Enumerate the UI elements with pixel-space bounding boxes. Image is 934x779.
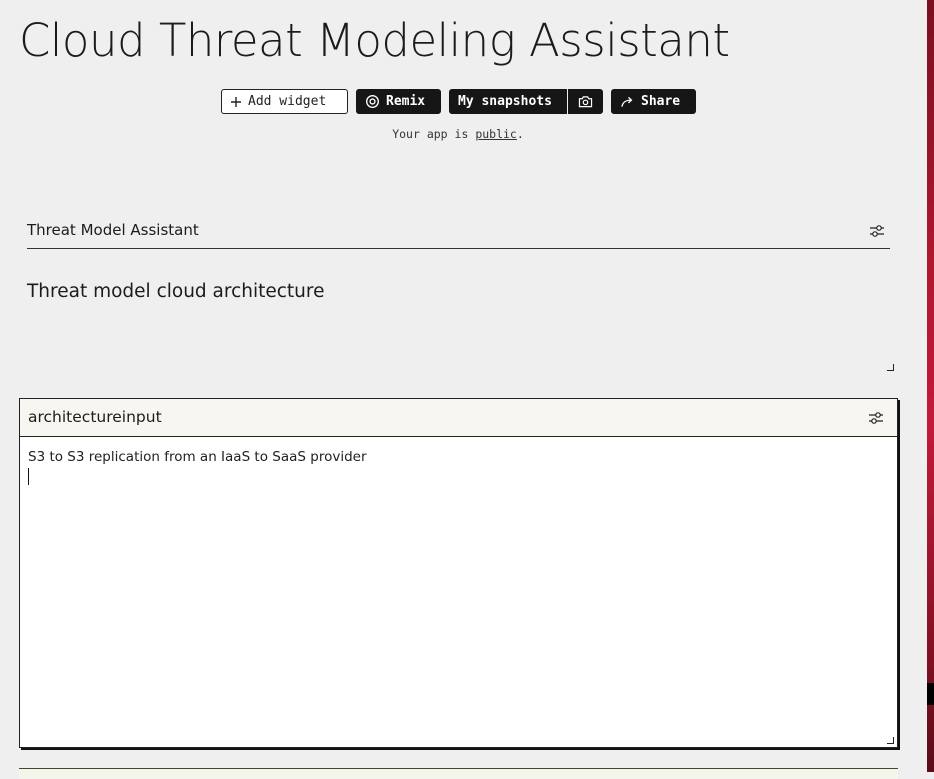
widget-body-text: Threat model cloud architecture — [27, 281, 325, 302]
remix-icon — [365, 94, 380, 109]
page-title: Cloud Threat Modeling Assistant — [19, 14, 730, 67]
widget-title: architectureinput — [28, 408, 162, 426]
camera-icon — [578, 95, 593, 108]
visibility-status-link[interactable]: public — [475, 127, 517, 141]
remix-button[interactable]: Remix — [356, 89, 441, 114]
remix-label: Remix — [386, 94, 426, 109]
visibility-prefix: Your app is — [392, 127, 469, 141]
share-button[interactable]: Share — [611, 89, 696, 114]
share-arrow-icon — [620, 96, 635, 108]
visibility-suffix: . — [516, 127, 524, 141]
plus-icon — [230, 96, 242, 108]
take-snapshot-button[interactable] — [568, 89, 603, 114]
architecture-input-header: architectureinput — [20, 399, 897, 437]
resize-handle[interactable] — [887, 364, 894, 371]
my-snapshots-button[interactable]: My snapshots — [449, 89, 567, 114]
share-label: Share — [641, 94, 681, 109]
sliders-icon[interactable] — [868, 410, 884, 430]
widget-title: Threat Model Assistant — [27, 221, 199, 239]
add-widget-label: Add widget — [248, 94, 327, 109]
my-snapshots-label: My snapshots — [458, 94, 552, 109]
threat-model-widget-header: Threat Model Assistant — [27, 216, 890, 249]
text-caret — [28, 468, 29, 485]
app-toolbar: Add widget Remix My snapshots Share — [0, 89, 926, 114]
next-widget-edge — [19, 768, 898, 779]
window-edge — [927, 0, 934, 772]
add-widget-button[interactable]: Add widget — [221, 89, 348, 114]
sliders-icon[interactable] — [869, 223, 885, 243]
architecture-input-value: S3 to S3 replication from an IaaS to Saa… — [28, 449, 367, 465]
resize-handle[interactable] — [887, 737, 894, 744]
architecture-input-widget: architectureinput S3 to S3 replication f… — [19, 398, 898, 748]
architecture-text-area[interactable]: S3 to S3 replication from an IaaS to Saa… — [20, 437, 897, 747]
visibility-note: Your app is public. — [0, 127, 916, 141]
